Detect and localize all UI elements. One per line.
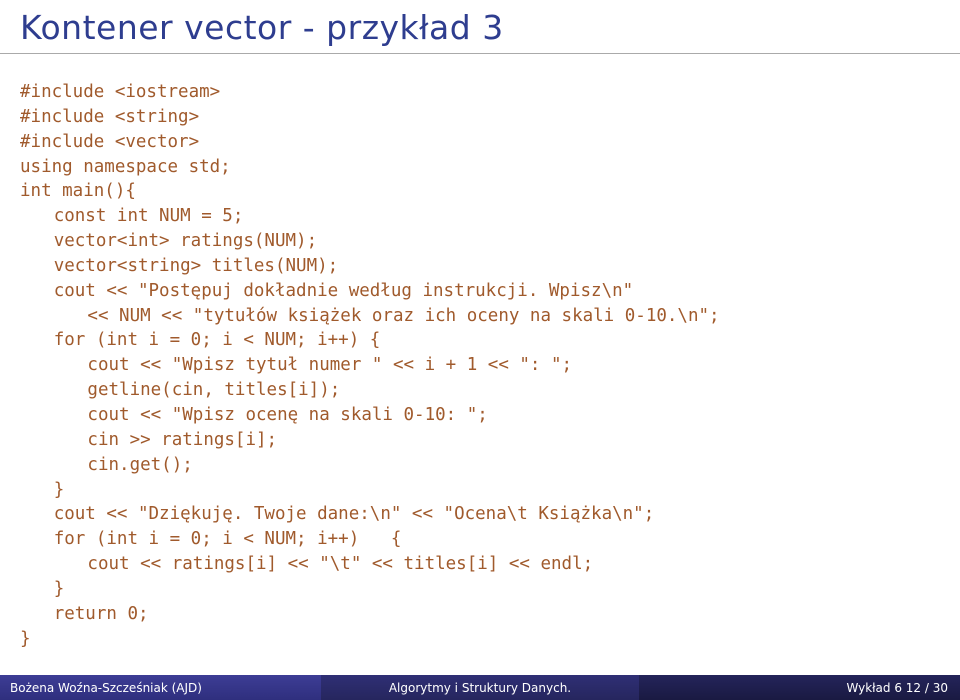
code-line: return 0;	[20, 602, 149, 627]
footer-course: Algorytmy i Struktury Danych.	[321, 675, 640, 700]
code-line: }	[20, 577, 64, 602]
footer: Bożena Woźna-Szcześniak (AJD) Algorytmy …	[0, 675, 960, 700]
slide-title: Kontener vector - przykład 3	[0, 0, 960, 54]
code-line: #include <string>	[20, 107, 199, 127]
code-line: const int NUM = 5;	[20, 204, 243, 229]
code-line: cout << "Wpisz ocenę na skali 0-10: ";	[20, 403, 488, 428]
code-line: for (int i = 0; i < NUM; i++) {	[20, 527, 401, 552]
code-line: for (int i = 0; i < NUM; i++) {	[20, 328, 380, 353]
code-line: cout << "Postępuj dokładnie według instr…	[20, 279, 633, 304]
code-line: using namespace std;	[20, 157, 231, 177]
code-line: cin >> ratings[i];	[20, 428, 277, 453]
footer-author: Bożena Woźna-Szcześniak (AJD)	[0, 675, 321, 700]
code-line: cin.get();	[20, 453, 193, 478]
footer-page: Wykład 6 12 / 30	[639, 675, 960, 700]
code-line: }	[20, 478, 64, 503]
code-line: int main(){	[20, 181, 136, 201]
code-line: << NUM << "tytułów książek oraz ich ocen…	[20, 304, 720, 329]
code-line: #include <vector>	[20, 132, 199, 152]
slide: Kontener vector - przykład 3 #include <i…	[0, 0, 960, 700]
code-line: }	[20, 629, 31, 649]
code-line: getline(cin, titles[i]);	[20, 378, 340, 403]
code-line: cout << "Wpisz tytuł numer " << i + 1 <<…	[20, 353, 572, 378]
code-block: #include <iostream> #include <string> #i…	[0, 54, 960, 661]
code-line: #include <iostream>	[20, 82, 220, 102]
code-line: cout << ratings[i] << "\t" << titles[i] …	[20, 552, 593, 577]
code-line: vector<int> ratings(NUM);	[20, 229, 317, 254]
code-line: cout << "Dziękuję. Twoje dane:\n" << "Oc…	[20, 502, 654, 527]
code-line: vector<string> titles(NUM);	[20, 254, 338, 279]
